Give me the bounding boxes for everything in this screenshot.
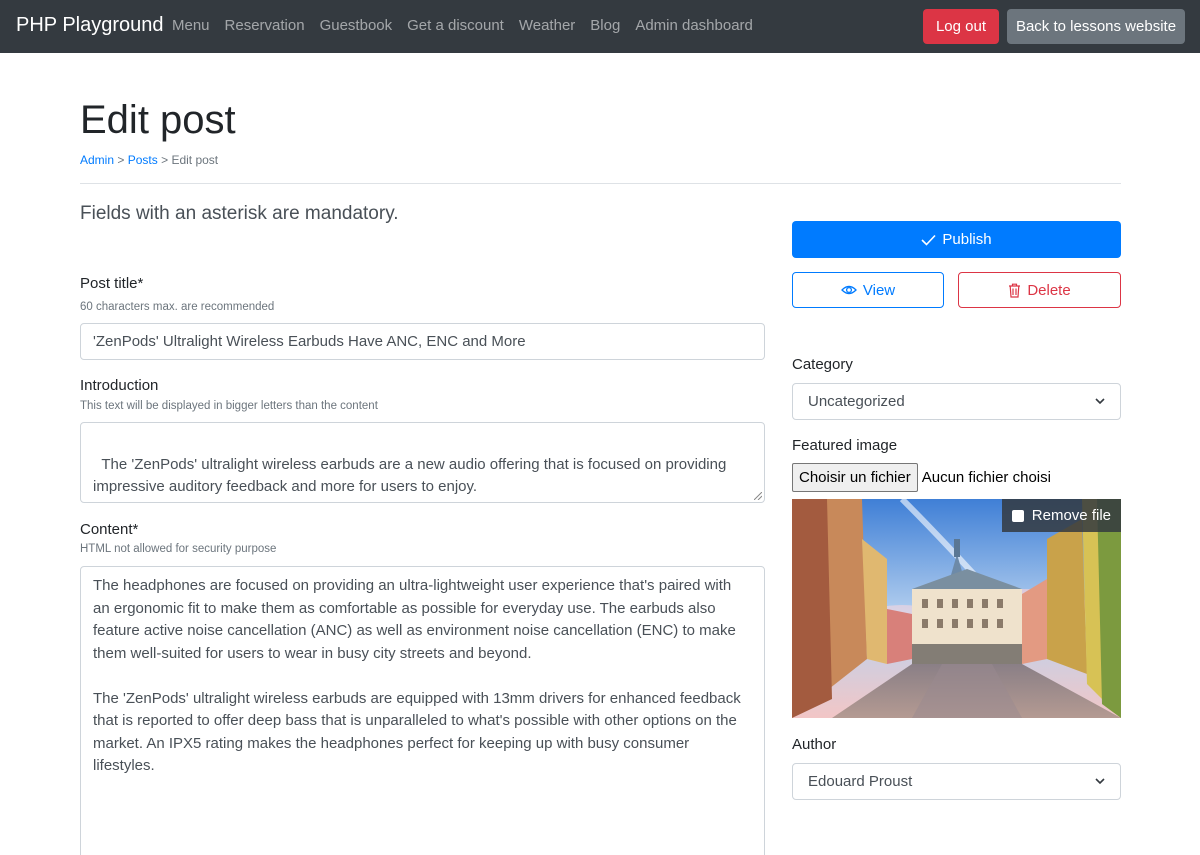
featured-image-label: Featured image xyxy=(792,437,898,454)
introduction-text: The 'ZenPods' ultralight wireless earbud… xyxy=(93,455,731,496)
content-text: The headphones are focused on providing … xyxy=(93,577,741,774)
eye-icon xyxy=(840,285,857,295)
brand-logo[interactable]: PHP Playground xyxy=(16,14,164,37)
view-button[interactable]: View xyxy=(792,272,944,308)
nav-link-reservation[interactable]: Reservation xyxy=(225,17,305,34)
author-selected: Edouard Proust xyxy=(808,773,913,790)
delete-label: Delete xyxy=(1027,281,1071,299)
back-to-lessons-button[interactable]: Back to lessons website xyxy=(1007,9,1185,44)
author-select[interactable]: Edouard Proust xyxy=(792,763,1121,800)
category-label: Category xyxy=(792,356,853,373)
chevron-down-icon xyxy=(1095,778,1105,785)
category-selected: Uncategorized xyxy=(808,393,905,410)
nav-link-discount[interactable]: Get a discount xyxy=(407,17,504,34)
remove-file-checkbox[interactable] xyxy=(1011,509,1024,522)
content-label: Content* xyxy=(80,521,139,538)
breadcrumb-admin-link[interactable]: Admin xyxy=(80,153,114,167)
file-input: Choisir un fichier Aucun fichier choisi xyxy=(792,463,1051,492)
chevron-down-icon xyxy=(1095,398,1105,405)
top-navbar: PHP Playground Menu Reservation Guestboo… xyxy=(0,0,1200,53)
post-title-help: 60 characters max. are recommended xyxy=(80,301,275,313)
introduction-label: Introduction xyxy=(80,377,159,394)
content-textarea[interactable]: The headphones are focused on providing … xyxy=(80,566,765,855)
logout-button[interactable]: Log out xyxy=(923,9,999,44)
view-label: View xyxy=(862,281,896,299)
remove-file-control[interactable]: Remove file xyxy=(1001,499,1121,532)
publish-button[interactable]: Publish xyxy=(792,221,1121,258)
content-help: HTML not allowed for security purpose xyxy=(80,543,277,555)
delete-button[interactable]: Delete xyxy=(958,272,1121,308)
nav-links: Menu Reservation Guestbook Get a discoun… xyxy=(172,17,753,34)
post-title-input[interactable]: 'ZenPods' Ultralight Wireless Earbuds Ha… xyxy=(80,323,765,360)
featured-image: Remove file xyxy=(792,499,1121,718)
header-divider xyxy=(80,183,1121,184)
nav-link-admin-dashboard[interactable]: Admin dashboard xyxy=(635,17,753,34)
mandatory-note: Fields with an asterisk are mandatory. xyxy=(80,203,399,224)
file-status: Aucun fichier choisi xyxy=(921,469,1051,486)
breadcrumb-separator: > xyxy=(117,153,125,167)
breadcrumb-posts-link[interactable]: Posts xyxy=(128,153,158,167)
introduction-help: This text will be displayed in bigger le… xyxy=(80,400,378,412)
post-title-label: Post title* xyxy=(80,275,144,292)
breadcrumb-current: Edit post xyxy=(171,153,219,167)
nav-link-guestbook[interactable]: Guestbook xyxy=(320,17,393,34)
publish-label: Publish xyxy=(942,231,992,248)
nav-link-blog[interactable]: Blog xyxy=(590,17,620,34)
remove-file-label: Remove file xyxy=(1031,507,1111,524)
nav-link-menu[interactable]: Menu xyxy=(172,17,210,34)
choose-file-button[interactable]: Choisir un fichier xyxy=(792,463,918,492)
page-title: Edit post xyxy=(80,98,236,142)
introduction-textarea[interactable]: The 'ZenPods' ultralight wireless earbud… xyxy=(80,422,765,503)
author-label: Author xyxy=(792,736,837,753)
breadcrumb: Admin > Posts > Edit post xyxy=(80,153,218,167)
check-icon xyxy=(921,234,936,246)
breadcrumb-separator: > xyxy=(161,153,169,167)
resize-handle-icon[interactable] xyxy=(754,492,762,500)
nav-link-weather[interactable]: Weather xyxy=(519,17,575,34)
trash-icon xyxy=(1009,283,1021,298)
category-select[interactable]: Uncategorized xyxy=(792,383,1121,420)
